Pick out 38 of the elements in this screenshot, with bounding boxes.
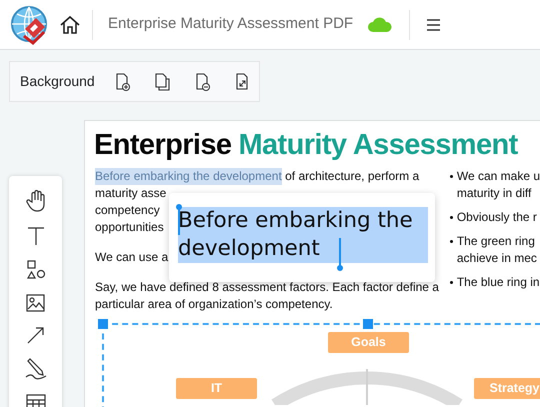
bullet-text: We can make u maturity in diff: [456, 168, 540, 202]
table-icon[interactable]: [26, 394, 46, 407]
menu-icon[interactable]: [427, 18, 440, 30]
factor-label[interactable]: Strategy: [474, 378, 540, 399]
copy-page-icon[interactable]: [152, 72, 171, 92]
paragraph-text: Say, we have defined 8 assessment factors. Each factor define a particular area of organization’s competency.: [95, 279, 440, 313]
paragraph-text: We can use a: [95, 249, 168, 266]
selection-handle-icon[interactable]: [176, 204, 182, 235]
bullet-icon: [450, 175, 453, 178]
image-icon[interactable]: [26, 294, 45, 312]
selection-handle-icon[interactable]: [337, 238, 343, 271]
heading-text: Maturity Assessment: [238, 128, 518, 163]
paragraph-text: of architecture, perform a: [284, 168, 420, 185]
bullet-text: The blue ring in: [456, 274, 540, 291]
bullet-icon: [450, 281, 453, 284]
selection-frame[interactable]: [98, 319, 540, 329]
paragraph-text: opportunities: [95, 219, 164, 236]
document-title: Enterprise Maturity Assessment PDF: [108, 14, 354, 34]
paragraph-text: competency: [95, 202, 160, 219]
paragraph-text: maturity asse: [95, 185, 166, 202]
heading-text: Enterprise: [94, 128, 232, 163]
pen-icon[interactable]: [24, 358, 46, 380]
bullet-icon: [450, 216, 453, 219]
shapes-icon[interactable]: [26, 260, 46, 280]
paragraph-text: Before embarking the development: [95, 168, 282, 185]
selected-text[interactable]: Before embarking the development: [178, 207, 428, 263]
globe-logo-icon[interactable]: [10, 4, 50, 44]
cloud-icon: [368, 17, 392, 32]
factor-label[interactable]: IT: [176, 378, 257, 399]
toolbar-label: Background: [20, 72, 95, 91]
hand-icon[interactable]: [26, 190, 46, 212]
bullet-text: Obviously the r: [456, 209, 537, 226]
bullet-icon: [450, 240, 453, 243]
arrow-icon[interactable]: [26, 326, 44, 344]
bullet-text: The green ring achieve in mec: [456, 233, 537, 267]
home-icon[interactable]: [59, 14, 81, 34]
text-tool-icon[interactable]: [26, 226, 44, 246]
factor-label[interactable]: Goals: [328, 332, 409, 353]
